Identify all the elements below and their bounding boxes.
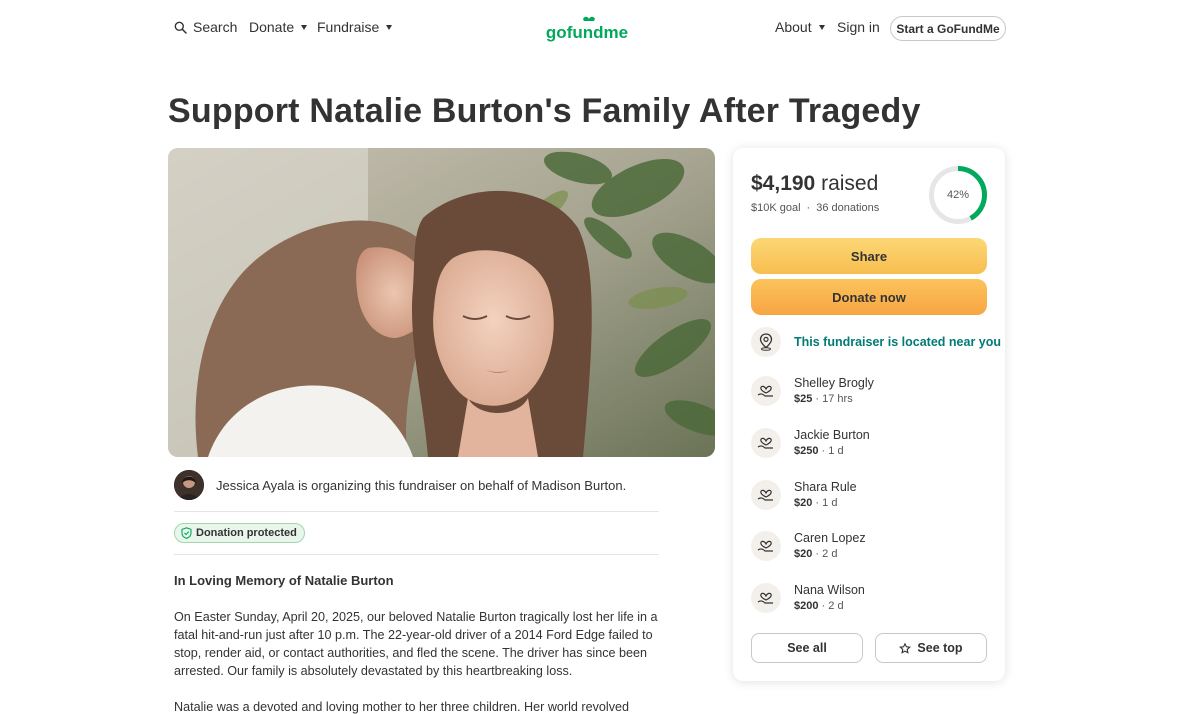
- donor-meta: $200 · 2 d: [794, 600, 844, 612]
- sign-in-label: Sign in: [837, 19, 880, 35]
- see-top-label: See top: [917, 641, 963, 655]
- donate-menu[interactable]: Donate: [249, 19, 308, 35]
- see-all-button[interactable]: See all: [751, 633, 863, 663]
- goal-amount: $10K goal: [751, 202, 801, 214]
- donor-name: Caren Lopez: [794, 531, 866, 545]
- fundraise-menu-label: Fundraise: [317, 19, 380, 35]
- donor-amount: $20: [794, 497, 813, 509]
- caret-down-icon: [386, 24, 393, 30]
- donor-meta: $250 · 1 d: [794, 445, 844, 457]
- page-title: Support Natalie Burton's Family After Tr…: [168, 92, 921, 130]
- logo-text: gofundme: [546, 23, 628, 42]
- progress-ring: 42%: [927, 164, 989, 226]
- donor-amount: $200: [794, 600, 819, 612]
- donor-time: 17 hrs: [822, 393, 853, 405]
- organizer-row: Jessica Ayala is organizing this fundrai…: [174, 470, 626, 500]
- badge-label: Donation protected: [196, 527, 297, 539]
- sparkle-icon: [899, 642, 912, 654]
- shield-check-icon: [181, 527, 192, 539]
- donation-count: 36 donations: [816, 202, 880, 214]
- divider: [174, 554, 659, 555]
- raised-word: raised: [821, 172, 879, 195]
- donation-card: $4,190 raised $10K goal · 36 donations 4…: [733, 148, 1005, 681]
- donate-menu-label: Donate: [249, 19, 295, 35]
- donor-item: Shara Rule $20 · 1 d: [751, 479, 857, 511]
- donor-time: 2 d: [828, 600, 844, 612]
- donor-amount: $250: [794, 445, 819, 457]
- donor-item: Nana Wilson $200 · 2 d: [751, 582, 865, 614]
- story-heading: In Loving Memory of Natalie Burton: [174, 573, 394, 588]
- gofundme-logo[interactable]: gofundme: [546, 14, 628, 44]
- search-icon: [174, 21, 187, 34]
- search-link[interactable]: Search: [174, 19, 237, 35]
- located-near-you: This fundraiser is located near you: [751, 327, 1001, 357]
- located-text: This fundraiser is located near you: [794, 335, 1002, 349]
- donation-hands-icon: [751, 531, 781, 561]
- donation-hands-icon: [751, 428, 781, 458]
- donor-time: 1 d: [828, 445, 844, 457]
- donor-name: Jackie Burton: [794, 428, 870, 442]
- donor-item: Caren Lopez $20 · 2 d: [751, 530, 866, 562]
- donation-protected-badge[interactable]: Donation protected: [174, 523, 305, 543]
- caret-down-icon: [818, 24, 825, 30]
- amount-raised-value: $4,190: [751, 172, 816, 195]
- about-menu-label: About: [775, 19, 812, 35]
- story-paragraph: Natalie was a devoted and loving mother …: [174, 700, 630, 714]
- about-menu[interactable]: About: [775, 19, 825, 35]
- separator: ·: [806, 202, 811, 214]
- organizer-avatar[interactable]: [174, 470, 204, 500]
- donor-meta: $20 · 2 d: [794, 548, 838, 560]
- donate-now-button[interactable]: Donate now: [751, 279, 987, 315]
- organizer-text: Jessica Ayala is organizing this fundrai…: [216, 477, 627, 493]
- fundraise-menu[interactable]: Fundraise: [317, 19, 393, 35]
- progress-label: 42%: [946, 189, 970, 201]
- see-top-button[interactable]: See top: [875, 633, 987, 663]
- donor-meta: $25 · 17 hrs: [794, 393, 853, 405]
- divider: [174, 511, 659, 512]
- donor-item: Shelley Brogly $25 · 17 hrs: [751, 375, 874, 407]
- amount-raised: $4,190 raised: [751, 172, 878, 196]
- donor-time: 2 d: [822, 548, 838, 560]
- search-label: Search: [193, 19, 238, 35]
- donation-hands-icon: [751, 376, 781, 406]
- location-pin-icon: [751, 327, 781, 357]
- donor-amount: $25: [794, 393, 813, 405]
- caret-down-icon: [301, 24, 308, 30]
- donor-time: 1 d: [822, 497, 838, 509]
- donor-name: Nana Wilson: [794, 583, 865, 597]
- donor-meta: $20 · 1 d: [794, 497, 838, 509]
- donation-hands-icon: [751, 583, 781, 613]
- donor-name: Shara Rule: [794, 480, 857, 494]
- donation-hands-icon: [751, 480, 781, 510]
- goal-line: $10K goal · 36 donations: [751, 202, 879, 214]
- donor-amount: $20: [794, 548, 813, 560]
- share-button[interactable]: Share: [751, 238, 987, 274]
- story-paragraph: On Easter Sunday, April 20, 2025, our be…: [174, 610, 658, 678]
- campaign-hero-image[interactable]: [168, 148, 715, 457]
- donor-item: Jackie Burton $250 · 1 d: [751, 427, 870, 459]
- start-gofundme-button[interactable]: Start a GoFundMe: [890, 16, 1006, 41]
- top-nav: Search Donate Fundraise gofundme About S…: [0, 0, 1200, 56]
- sign-in-link[interactable]: Sign in: [837, 19, 880, 35]
- donor-name: Shelley Brogly: [794, 376, 874, 390]
